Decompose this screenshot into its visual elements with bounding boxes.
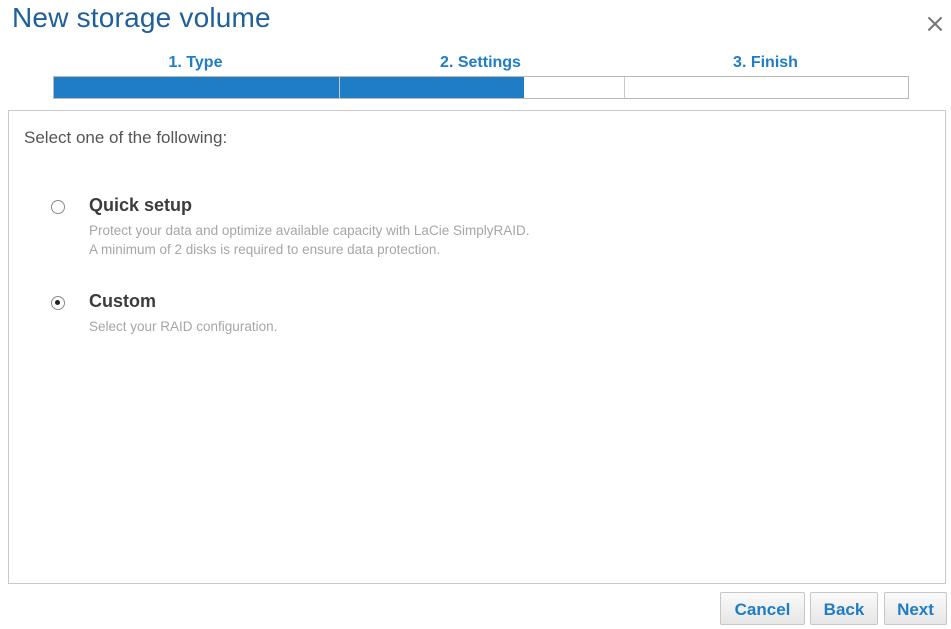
- progress-divider: [624, 77, 625, 98]
- dialog-title: New storage volume: [12, 2, 271, 33]
- step-settings-label: 2. Settings: [440, 54, 521, 71]
- cancel-button[interactable]: Cancel: [720, 592, 805, 625]
- progress-fill: [54, 77, 524, 98]
- next-button[interactable]: Next: [884, 592, 947, 625]
- step-progress: 1. Type 2. Settings 3. Finish: [53, 54, 909, 100]
- quick-setup-description-line: A minimum of 2 disks is required to ensu…: [89, 242, 441, 257]
- new-storage-volume-dialog: New storage volume × 1. Type 2. Settings…: [0, 0, 951, 629]
- quick-setup-radio[interactable]: [51, 200, 65, 214]
- quick-setup-description: Protect your data and optimize available…: [89, 221, 529, 259]
- options-panel: Select one of the following: Quick setup…: [8, 110, 946, 584]
- back-button[interactable]: Back: [810, 592, 878, 625]
- quick-setup-description-line: Protect your data and optimize available…: [89, 223, 530, 238]
- progress-divider: [339, 77, 340, 98]
- custom-title: Custom: [89, 291, 156, 311]
- selection-prompt: Select one of the following:: [24, 128, 228, 147]
- progress-bar: [53, 76, 909, 99]
- custom-description: Select your RAID configuration.: [89, 317, 277, 336]
- close-icon[interactable]: ×: [924, 11, 946, 37]
- step-finish-label: 3. Finish: [733, 54, 798, 71]
- custom-radio[interactable]: [51, 296, 65, 310]
- custom-description-line: Select your RAID configuration.: [89, 319, 278, 334]
- quick-setup-title: Quick setup: [89, 195, 193, 215]
- step-type-label: 1. Type: [168, 54, 223, 71]
